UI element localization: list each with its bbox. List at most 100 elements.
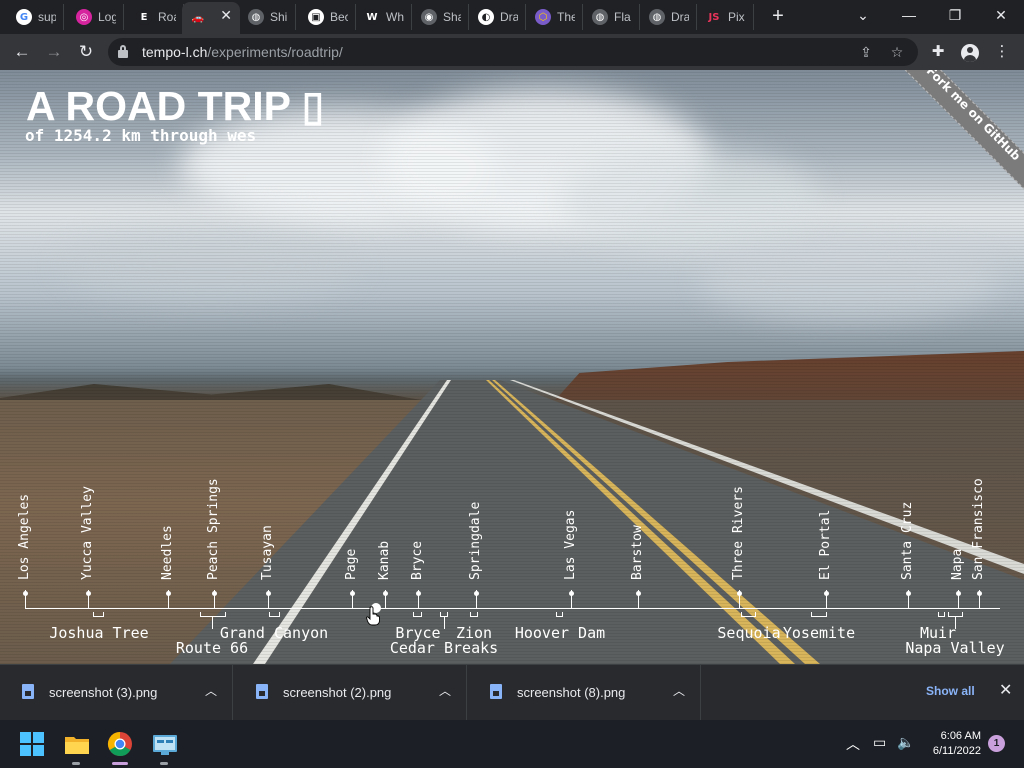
city-marker[interactable] (86, 591, 91, 596)
browser-tab[interactable]: ◐ Dra (470, 4, 526, 30)
back-icon[interactable]: ← (10, 40, 34, 64)
tab-strip: Gsup◎LogERoa🚗✕◍Shi▣BecWWh◉Sha◐Dra⬡The◍Fl… (0, 0, 1024, 34)
new-tab-button[interactable]: + (766, 4, 790, 28)
city-label[interactable]: Tusayan (260, 525, 275, 580)
city-label[interactable]: Kanab (377, 541, 392, 580)
city-label[interactable]: Napa (950, 549, 965, 580)
region-label[interactable]: Napa Valley (905, 639, 1004, 657)
browser-tab[interactable]: ◍ Fla (584, 4, 640, 30)
region-label[interactable]: Yosemite (783, 624, 855, 642)
tab-search-icon[interactable]: ⌄ (840, 0, 886, 30)
network-icon[interactable]: ▭ (873, 734, 886, 751)
city-label[interactable]: El Portal (818, 510, 833, 580)
city-label[interactable]: Three Rivers (731, 486, 746, 580)
close-download-bar-icon[interactable]: ✕ (999, 680, 1012, 700)
chevron-up-icon[interactable]: ︿ (205, 682, 217, 699)
browser-tab[interactable]: ◍ Dra (641, 4, 697, 30)
browser-tab[interactable]: 🚗 ✕ (182, 2, 240, 34)
city-marker[interactable] (474, 591, 479, 596)
city-marker[interactable] (636, 591, 641, 596)
volume-icon[interactable]: 🔈 (897, 734, 914, 751)
bookmark-star-icon[interactable]: ☆ (887, 42, 907, 62)
share-icon[interactable]: ⇪ (856, 42, 876, 62)
chrome-icon[interactable] (104, 728, 136, 760)
close-tab-icon[interactable]: ✕ (220, 7, 232, 24)
hand-cursor-icon (366, 606, 380, 626)
file-explorer-icon[interactable] (61, 728, 93, 760)
restore-icon[interactable]: ❐ (932, 0, 978, 30)
system-clock[interactable]: 6:06 AM 6/11/2022 (925, 729, 981, 759)
download-item[interactable]: screenshot (3).png ︿ (0, 665, 233, 721)
show-all-downloads-button[interactable]: Show all (926, 684, 975, 698)
browser-tab[interactable]: ◉ Sha (413, 4, 469, 30)
url-text[interactable]: tempo-l.ch/experiments/roadtrip/ (142, 44, 343, 60)
city-marker[interactable] (824, 591, 829, 596)
fork-on-github-link[interactable]: Fork me on GitHub (890, 70, 1024, 197)
region-label[interactable]: Hoover Dam (515, 624, 605, 642)
browser-tab[interactable]: ◍ Shi (240, 4, 296, 30)
github-ribbon[interactable]: Fork me on GitHub (884, 70, 1024, 210)
city-marker[interactable] (737, 591, 742, 596)
reload-icon[interactable]: ↻ (74, 40, 98, 64)
browser-tab[interactable]: ⬡ The (527, 4, 583, 30)
tab-title: sup (38, 10, 56, 24)
chevron-up-icon[interactable]: ︿ (673, 682, 685, 699)
control-panel-icon[interactable] (149, 728, 181, 760)
city-label[interactable]: Los Angeles (17, 494, 32, 580)
city-marker[interactable] (416, 591, 421, 596)
city-marker[interactable] (956, 591, 961, 596)
browser-toolbar: ← → ↻ tempo-l.ch/experiments/roadtrip/ ⇪… (0, 34, 1024, 70)
city-label[interactable]: Peach Springs (206, 478, 221, 580)
city-marker[interactable] (212, 591, 217, 596)
lock-icon[interactable] (118, 45, 128, 58)
city-marker[interactable] (350, 591, 355, 596)
menu-kebab-icon[interactable]: ⋮ (992, 42, 1012, 62)
download-filename: screenshot (8).png (517, 685, 626, 700)
browser-tab[interactable]: W Wh (356, 4, 412, 30)
city-marker[interactable] (906, 591, 911, 596)
windows-start-icon[interactable] (20, 732, 44, 756)
close-window-icon[interactable]: ✕ (978, 0, 1024, 30)
browser-tab[interactable]: E Roa (128, 4, 184, 30)
show-hidden-icons-chevron-icon[interactable]: ︿ (846, 734, 860, 754)
city-marker[interactable] (977, 591, 982, 596)
address-bar[interactable]: tempo-l.ch/experiments/roadtrip/ ⇪ ☆ (108, 38, 918, 66)
tab-favicon-icon: ◉ (421, 9, 437, 25)
minimize-icon[interactable]: — (886, 0, 932, 30)
tab-favicon-icon: JS (706, 9, 722, 25)
city-label[interactable]: Page (344, 549, 359, 580)
profile-avatar-icon[interactable] (961, 44, 979, 62)
region-label[interactable]: Grand Canyon (220, 624, 328, 642)
tab-favicon-icon: ⬡ (535, 9, 551, 25)
browser-tab[interactable]: ▣ Bec (300, 4, 356, 30)
browser-tab[interactable]: JS Pix (698, 4, 754, 30)
region-label[interactable]: Joshua Tree (49, 624, 148, 642)
city-label[interactable]: Barstow (630, 525, 645, 580)
extensions-icon[interactable]: ✚ (928, 42, 948, 62)
region-label[interactable]: Zion (456, 624, 492, 642)
city-marker[interactable] (569, 591, 574, 596)
city-label[interactable]: San Fransisco (971, 478, 986, 580)
download-item[interactable]: screenshot (2).png ︿ (234, 665, 467, 721)
city-label[interactable]: Bryce (410, 541, 425, 580)
city-label[interactable]: Needles (160, 525, 175, 580)
download-item[interactable]: screenshot (8).png ︿ (468, 665, 701, 721)
city-label[interactable]: Santa Cruz (900, 502, 915, 580)
region-label[interactable]: Sequoia (717, 624, 780, 642)
browser-tab[interactable]: ◎ Log (68, 4, 124, 30)
region-bracket (413, 612, 422, 617)
browser-tab[interactable]: Gsup (8, 4, 64, 30)
city-marker[interactable] (166, 591, 171, 596)
url-path: /experiments/roadtrip/ (207, 44, 343, 60)
notification-badge[interactable]: 1 (988, 735, 1005, 752)
city-label[interactable]: Las Vegas (563, 510, 578, 580)
forward-icon[interactable]: → (42, 40, 66, 64)
city-marker[interactable] (383, 591, 388, 596)
city-label[interactable]: Yucca Valley (80, 486, 95, 580)
chevron-up-icon[interactable]: ︿ (439, 682, 451, 699)
region-connector (212, 617, 213, 629)
tab-favicon-icon: W (364, 9, 380, 25)
city-marker[interactable] (23, 591, 28, 596)
city-marker[interactable] (266, 591, 271, 596)
city-label[interactable]: Springdale (468, 502, 483, 580)
